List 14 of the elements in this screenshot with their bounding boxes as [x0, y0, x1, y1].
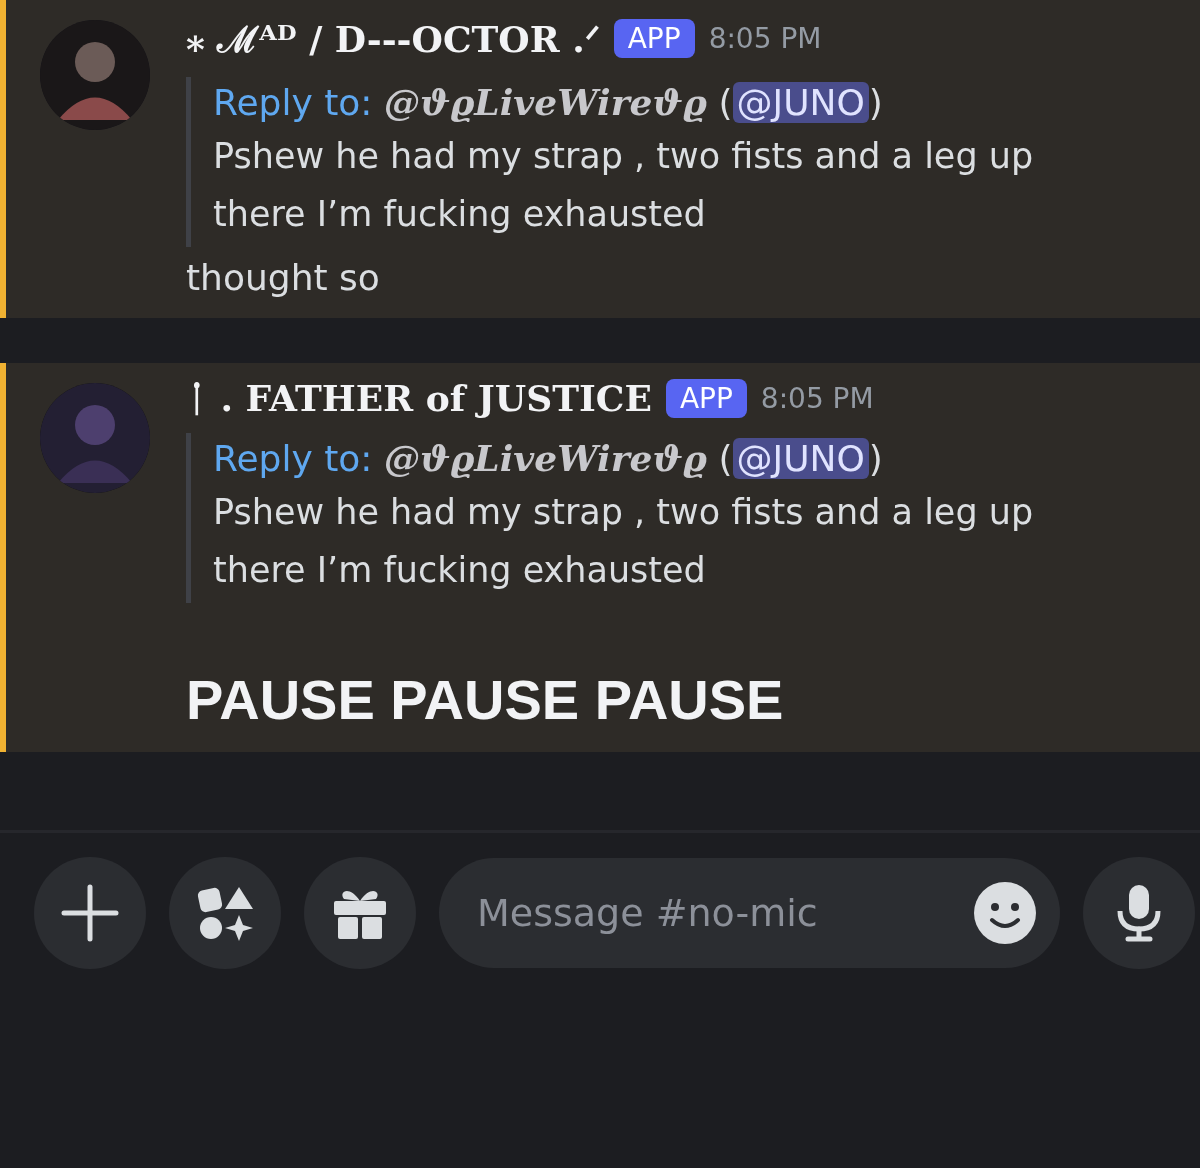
reply-header[interactable]: Reply to: @ϑϱLiveWireϑϱ (@JUNO)	[213, 77, 1160, 127]
plus-icon	[60, 883, 120, 943]
app-tag: APP	[665, 378, 747, 418]
reply-header[interactable]: Reply to: @ϑϱLiveWireϑϱ (@JUNO)	[213, 433, 1160, 483]
timestamp: 8:05 PM	[760, 381, 874, 415]
quoted-message: Pshew he had my strap , two fists and a leg up there I’m fucking exhausted	[213, 491, 1035, 592]
username[interactable]: ᛙ . FATHER of JUSTICE	[186, 377, 652, 419]
message-heading: PAUSE PAUSE PAUSE	[186, 667, 785, 732]
emoji-icon[interactable]	[972, 880, 1038, 946]
username[interactable]: ⁎ ℳᴬᴰ / D---OCTOR .ᐟ	[186, 14, 600, 63]
timestamp: 8:05 PM	[708, 22, 822, 55]
app-tag: APP	[613, 19, 695, 58]
message-field[interactable]: Message #no-mic	[439, 858, 1060, 968]
message-text: thought so	[186, 257, 381, 298]
